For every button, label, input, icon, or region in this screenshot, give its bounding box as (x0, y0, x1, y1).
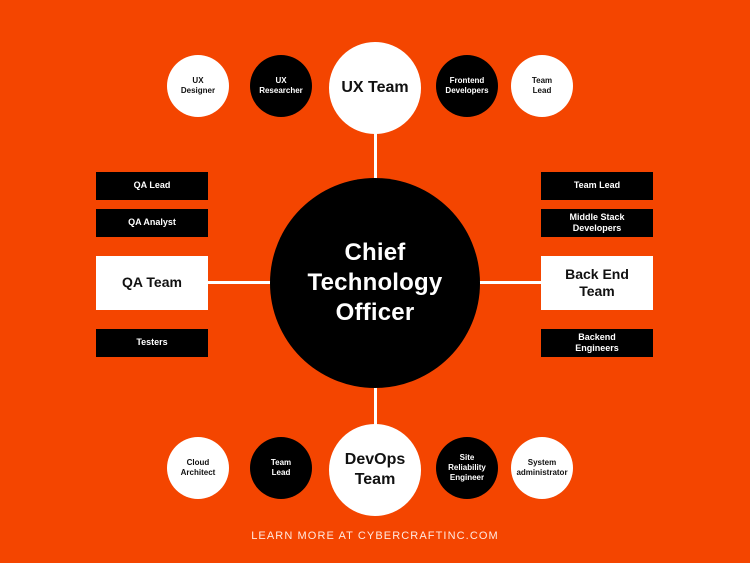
middle-stack-developers-label-block: Middle Stack Developers (569, 212, 624, 235)
backend-engineers-label-line-1: Backend (578, 331, 616, 342)
backend-engineers-label-block: Backend Engineers (575, 332, 619, 355)
backend-team-lead-label: Team Lead (573, 180, 621, 191)
hub-label-line-3: Officer (335, 299, 415, 327)
devops-team-label-line-2: Team (354, 471, 396, 488)
node-ux-team[interactable]: UX Team (329, 42, 421, 134)
qa-team-label: QA Team (122, 274, 182, 291)
node-backend-engineers[interactable]: Backend Engineers (541, 329, 653, 357)
devops-team-label-block: DevOps Team (345, 450, 405, 489)
frontend-developers-label-block: Frontend Developers (445, 76, 488, 96)
node-middle-stack-developers[interactable]: Middle Stack Developers (541, 209, 653, 237)
ux-team-lead-label-line-1: Team (531, 76, 553, 85)
node-qa-lead[interactable]: QA Lead (96, 172, 208, 200)
node-devops-team[interactable]: DevOps Team (329, 424, 421, 516)
footer-learn-more-text: LEARN MORE AT CYBERCRAFTINC.COM (251, 530, 499, 542)
ux-team-label: UX Team (341, 79, 409, 97)
ux-designer-label-line-1: UX (192, 76, 204, 85)
site-reliability-engineer-label-line-2: Reliability (448, 463, 486, 472)
hub-label-line-1: Chief (344, 238, 406, 266)
ux-team-lead-label-line-2: Lead (532, 86, 552, 95)
node-system-administrator[interactable]: System administrator (511, 437, 573, 499)
devops-team-lead-label-block: Team Lead (271, 458, 291, 478)
site-reliability-engineer-label-line-1: Site (459, 453, 475, 462)
site-reliability-engineer-label-block: Site Reliability Engineer (448, 453, 486, 483)
back-end-team-label-line-2: Team (579, 283, 615, 299)
system-administrator-label-line-2: administrator (516, 468, 568, 477)
connector-hub-to-qa-team (206, 281, 276, 284)
node-ux-team-lead[interactable]: Team Lead (511, 55, 573, 117)
node-back-end-team[interactable]: Back End Team (541, 256, 653, 310)
connector-hub-to-ux-team (374, 132, 377, 182)
ux-researcher-label-line-1: UX (275, 76, 287, 85)
frontend-developers-label-line-1: Frontend (449, 76, 485, 85)
back-end-team-label-block: Back End Team (565, 266, 629, 300)
middle-stack-developers-label-line-1: Middle Stack (569, 211, 625, 222)
node-frontend-developers[interactable]: Frontend Developers (436, 55, 498, 117)
node-qa-analyst[interactable]: QA Analyst (96, 209, 208, 237)
devops-team-lead-label-line-1: Team (270, 458, 292, 467)
qa-lead-label: QA Lead (133, 180, 171, 191)
node-testers[interactable]: Testers (96, 329, 208, 357)
node-ux-researcher[interactable]: UX Researcher (250, 55, 312, 117)
node-site-reliability-engineer[interactable]: Site Reliability Engineer (436, 437, 498, 499)
node-devops-team-lead[interactable]: Team Lead (250, 437, 312, 499)
devops-team-lead-label-line-2: Lead (271, 468, 291, 477)
ux-researcher-label-block: UX Researcher (259, 76, 303, 96)
cloud-architect-label-line-1: Cloud (186, 458, 210, 467)
connector-hub-to-backend-team (474, 281, 544, 284)
ux-team-lead-label-block: Team Lead (532, 76, 552, 96)
node-qa-team[interactable]: QA Team (96, 256, 208, 310)
back-end-team-label-line-1: Back End (565, 265, 629, 282)
hub-label-block: Chief Technology Officer (308, 238, 443, 329)
node-backend-team-lead[interactable]: Team Lead (541, 172, 653, 200)
backend-engineers-label-line-2: Engineers (575, 343, 619, 353)
testers-label: Testers (136, 337, 168, 348)
qa-analyst-label: QA Analyst (128, 217, 176, 228)
site-reliability-engineer-label-line-3: Engineer (449, 473, 485, 482)
system-administrator-label-block: System administrator (516, 458, 567, 478)
middle-stack-developers-label-line-2: Developers (572, 223, 622, 233)
node-chief-technology-officer[interactable]: Chief Technology Officer (270, 178, 480, 388)
system-administrator-label-line-1: System (527, 458, 557, 467)
node-cloud-architect[interactable]: Cloud Architect (167, 437, 229, 499)
org-chart-canvas: Chief Technology Officer UX Designer UX … (0, 0, 750, 563)
ux-designer-label-line-2: Designer (180, 86, 216, 95)
node-ux-designer[interactable]: UX Designer (167, 55, 229, 117)
frontend-developers-label-line-2: Developers (445, 86, 489, 95)
hub-label-line-2: Technology (307, 268, 443, 296)
ux-designer-label-block: UX Designer (181, 76, 215, 96)
devops-team-label-line-1: DevOps (344, 451, 406, 469)
cloud-architect-label-block: Cloud Architect (181, 458, 216, 478)
ux-researcher-label-line-2: Researcher (259, 86, 303, 95)
cloud-architect-label-line-2: Architect (180, 468, 216, 477)
